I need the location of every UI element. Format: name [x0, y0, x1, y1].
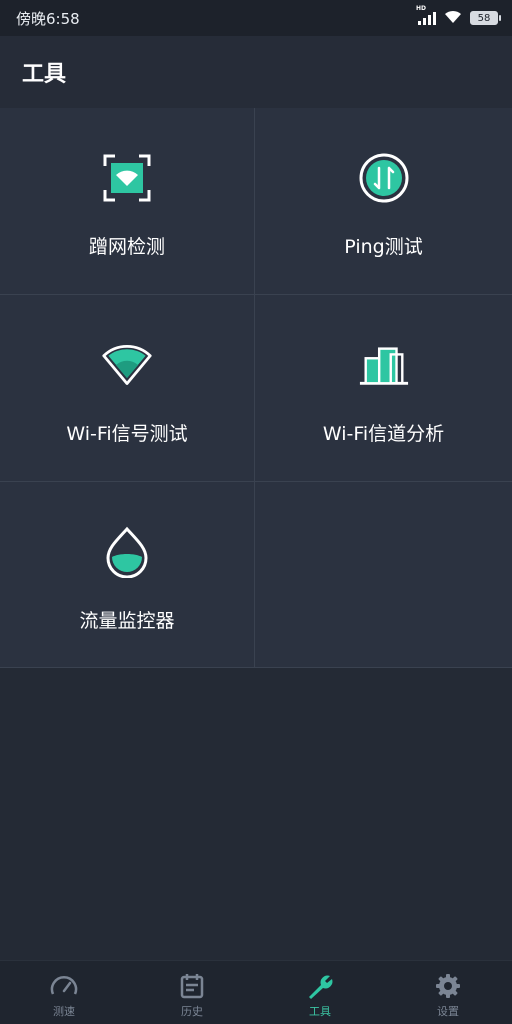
channel-analysis-icon — [358, 339, 410, 391]
tool-label: 蹭网检测 — [88, 236, 165, 258]
nav-label: 测速 — [53, 1004, 75, 1018]
nav-history[interactable]: 历史 — [128, 967, 256, 1019]
ping-icon — [358, 152, 410, 204]
bottom-nav: 测速 历史 工具 设置 — [0, 960, 512, 1024]
app-header: 工具 — [0, 36, 512, 108]
history-icon — [177, 971, 207, 1001]
nav-speedtest[interactable]: 测速 — [0, 967, 128, 1019]
battery-icon: 58 — [470, 11, 501, 25]
nav-label: 历史 — [181, 1004, 203, 1018]
tool-channel-analysis[interactable]: Wi-Fi信道分析 — [255, 295, 512, 482]
wrench-icon — [305, 971, 335, 1001]
nav-label: 设置 — [437, 1004, 459, 1018]
tool-wifi-signal[interactable]: Wi-Fi信号测试 — [0, 295, 255, 482]
page-title: 工具 — [22, 62, 67, 87]
speedometer-icon — [49, 971, 79, 1001]
traffic-monitor-icon — [101, 526, 153, 578]
status-bar: 傍晚6:58 HD 58 — [0, 0, 512, 36]
network-label: HD — [416, 4, 427, 12]
wifi-signal-icon — [101, 339, 153, 391]
tool-traffic-monitor[interactable]: 流量监控器 — [0, 482, 255, 668]
gear-icon — [433, 971, 463, 1001]
nav-settings[interactable]: 设置 — [384, 967, 512, 1019]
tool-label: Ping测试 — [344, 236, 423, 258]
tool-label: Wi-Fi信号测试 — [66, 423, 188, 445]
wifi-icon — [444, 9, 462, 28]
empty-cell — [255, 482, 512, 668]
tool-wifi-scan[interactable]: 蹭网检测 — [0, 108, 255, 295]
tool-ping[interactable]: Ping测试 — [255, 108, 512, 295]
signal-icon: HD — [416, 5, 436, 25]
tool-label: 流量监控器 — [79, 610, 175, 632]
nav-tools[interactable]: 工具 — [256, 967, 384, 1019]
status-time: 傍晚6:58 — [16, 9, 80, 28]
status-icons: HD 58 — [416, 5, 501, 28]
nav-label: 工具 — [309, 1004, 331, 1018]
battery-level: 58 — [477, 12, 491, 24]
wifi-scan-icon — [101, 152, 153, 204]
tool-label: Wi-Fi信道分析 — [322, 423, 445, 445]
tools-grid: 蹭网检测 Ping测试 Wi-Fi信号测试 Wi-Fi信道分析 流量监控器 — [0, 108, 512, 668]
